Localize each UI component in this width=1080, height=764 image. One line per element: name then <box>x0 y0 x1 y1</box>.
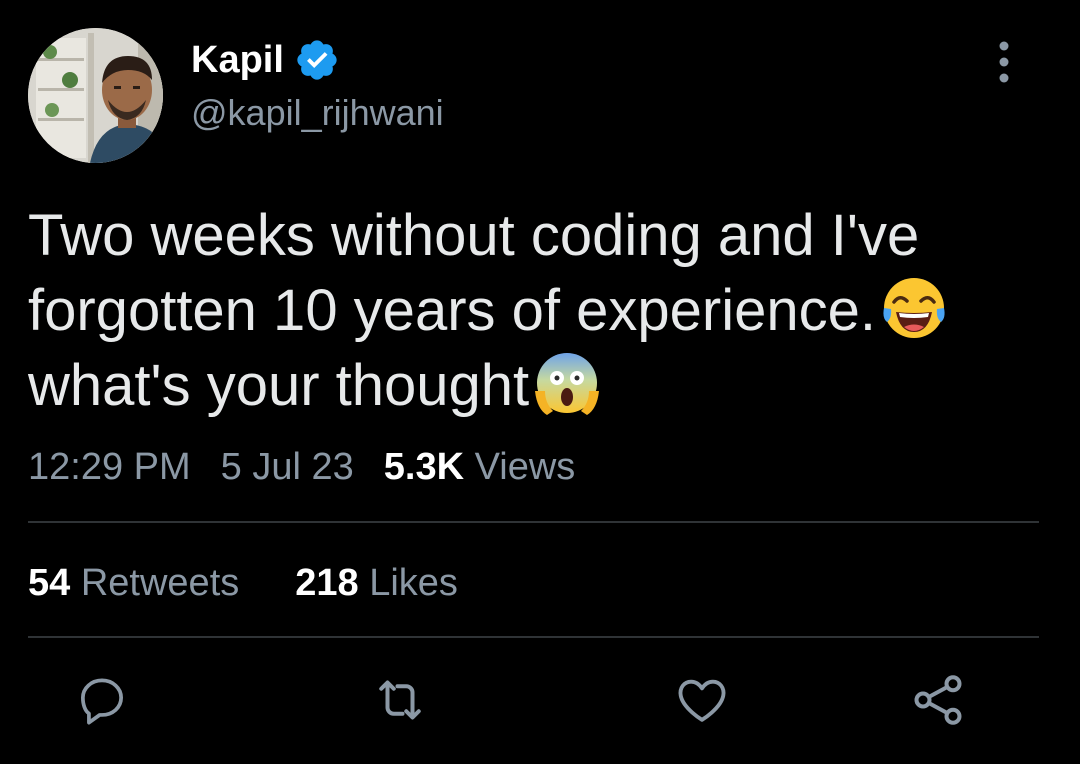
tweet-detail: Kapil @kapil_rijhwani Two weeks without … <box>0 0 1080 764</box>
views-count[interactable]: 5.3K <box>384 446 464 488</box>
share-icon[interactable] <box>908 670 968 730</box>
retweets-label[interactable]: Retweets <box>81 562 239 604</box>
author-display-name[interactable]: Kapil <box>191 38 284 82</box>
avatar-image <box>28 28 163 163</box>
tweet-date: 5 Jul 23 <box>220 446 354 488</box>
tweet-text-line: Two weeks without coding and I've <box>28 203 920 268</box>
tweet-text-segment: forgotten 10 years of experience. <box>28 278 876 343</box>
likes-count[interactable]: 218 <box>295 562 358 604</box>
tweet-text-line: forgotten 10 years of experience. <box>28 272 1048 347</box>
divider <box>28 521 1039 523</box>
tweet-text: Two weeks without coding and I've forgot… <box>28 200 1048 422</box>
avatar[interactable] <box>28 28 163 163</box>
retweets-count[interactable]: 54 <box>28 562 70 604</box>
tweet-text-segment: what's your thought <box>28 353 530 418</box>
engagement-stats: 54 Retweets 218 Likes <box>28 560 458 606</box>
like-icon[interactable] <box>672 670 732 730</box>
reply-icon[interactable] <box>72 670 132 730</box>
views-label[interactable]: Views <box>475 446 576 488</box>
tweet-text-line: what's your thought <box>28 347 1048 422</box>
face-screaming-in-fear-icon <box>531 347 603 419</box>
tweet-time: 12:29 PM <box>28 446 191 488</box>
retweet-icon[interactable] <box>370 670 430 730</box>
likes-label[interactable]: Likes <box>369 562 458 604</box>
tweet-meta: 12:29 PM 5 Jul 23 5.3K Views <box>28 444 575 490</box>
verified-badge-icon <box>294 37 340 83</box>
more-options-icon[interactable] <box>990 40 1018 84</box>
author-handle[interactable]: @kapil_rijhwani <box>191 92 444 134</box>
face-with-tears-of-joy-icon <box>878 272 950 344</box>
divider <box>28 636 1039 638</box>
author-name-row: Kapil <box>191 38 340 82</box>
